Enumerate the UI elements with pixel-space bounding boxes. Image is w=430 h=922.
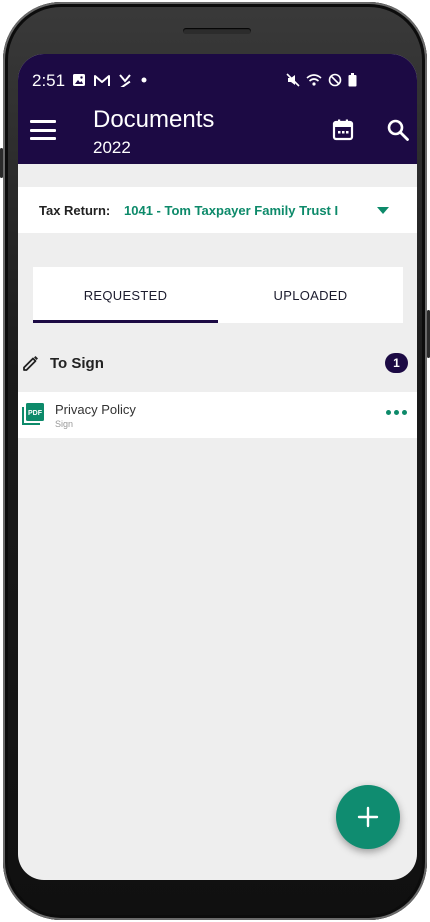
menu-icon[interactable] bbox=[30, 120, 56, 140]
screen: 2:51 Documents 2022 Tax Return: 1041 - T… bbox=[18, 54, 417, 880]
tab-requested[interactable]: REQUESTED bbox=[33, 267, 218, 323]
tax-return-label: Tax Return: bbox=[39, 203, 111, 218]
tab-bar: REQUESTED UPLOADED bbox=[33, 267, 403, 323]
tax-return-value[interactable]: 1041 - Tom Taxpayer Family Trust I bbox=[124, 203, 338, 218]
pencil-icon bbox=[23, 356, 38, 371]
section-header-to-sign: To Sign 1 bbox=[18, 349, 417, 379]
calendar-icon[interactable] bbox=[331, 118, 355, 142]
section-title: To Sign bbox=[50, 355, 104, 372]
image-icon bbox=[73, 74, 85, 86]
wifi-icon bbox=[306, 74, 322, 86]
more-options-icon[interactable] bbox=[386, 410, 407, 415]
list-item-document[interactable]: PDF Privacy Policy Sign bbox=[18, 392, 417, 438]
tax-return-selector[interactable]: Tax Return: 1041 - Tom Taxpayer Family T… bbox=[18, 187, 417, 233]
battery-icon bbox=[348, 73, 357, 87]
status-bar: 2:51 bbox=[18, 68, 417, 92]
dropdown-caret-icon[interactable] bbox=[377, 207, 389, 214]
do-not-disturb-icon bbox=[328, 73, 342, 87]
search-icon[interactable] bbox=[386, 118, 410, 142]
phone-frame: 2:51 Documents 2022 Tax Return: 1041 - T… bbox=[3, 2, 427, 920]
status-left-icons bbox=[72, 73, 148, 87]
page-title: Documents bbox=[93, 106, 215, 133]
count-badge: 1 bbox=[385, 353, 408, 373]
status-right-icons bbox=[286, 73, 357, 87]
volume-button bbox=[0, 148, 3, 178]
status-time: 2:51 bbox=[32, 71, 66, 90]
tab-uploaded[interactable]: UPLOADED bbox=[218, 267, 403, 323]
app-header: 2:51 Documents 2022 bbox=[18, 54, 417, 164]
page-subtitle-year: 2022 bbox=[93, 138, 131, 157]
add-document-button[interactable] bbox=[336, 785, 400, 849]
dot-icon bbox=[141, 77, 147, 83]
gmail-icon bbox=[94, 74, 110, 86]
pdf-icon: PDF bbox=[22, 403, 44, 425]
svg-text:PDF: PDF bbox=[28, 410, 43, 417]
document-name: Privacy Policy bbox=[55, 402, 136, 417]
plus-icon bbox=[357, 806, 379, 828]
missed-call-icon bbox=[119, 74, 131, 87]
speaker-grille bbox=[183, 28, 251, 34]
document-action-label: Sign bbox=[55, 419, 74, 429]
mute-icon bbox=[286, 73, 300, 87]
